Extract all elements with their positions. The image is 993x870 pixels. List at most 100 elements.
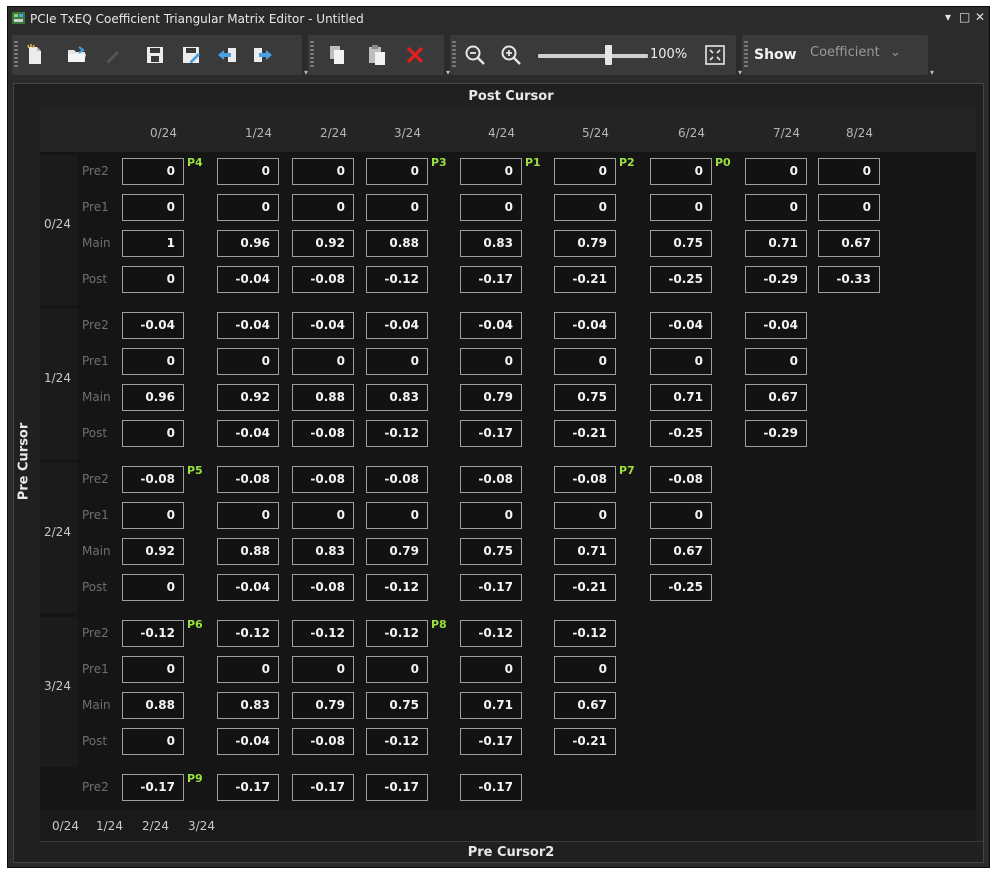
coefficient-cell[interactable]: -0.04 [554, 312, 616, 339]
coefficient-cell[interactable]: 0.67 [745, 384, 807, 411]
coefficient-cell[interactable]: -0.08 [292, 574, 354, 601]
copy-button[interactable] [324, 41, 350, 69]
coefficient-cell[interactable]: -0.04 [366, 312, 428, 339]
coefficient-cell[interactable]: -0.08 [554, 466, 616, 493]
coefficient-cell[interactable]: 0.67 [554, 692, 616, 719]
zoom-out-button[interactable] [462, 41, 488, 69]
coefficient-cell[interactable]: 0 [650, 348, 712, 375]
export-button[interactable] [250, 41, 276, 69]
coefficient-cell[interactable]: -0.12 [366, 420, 428, 447]
coefficient-cell[interactable]: 0.79 [460, 384, 522, 411]
edit-button[interactable] [100, 41, 126, 69]
coefficient-cell[interactable]: -0.04 [217, 728, 279, 755]
toolbar-grip[interactable] [452, 41, 456, 69]
coefficient-cell[interactable]: 0.83 [217, 692, 279, 719]
coefficient-cell[interactable]: 0.88 [122, 692, 184, 719]
coefficient-cell[interactable]: 0 [217, 194, 279, 221]
paste-button[interactable] [364, 41, 390, 69]
coefficient-cell[interactable]: 0 [818, 158, 880, 185]
coefficient-cell[interactable]: -0.08 [292, 728, 354, 755]
coefficient-cell[interactable]: 0.79 [554, 230, 616, 257]
coefficient-cell[interactable]: 0.75 [460, 538, 522, 565]
coefficient-cell[interactable]: -0.08 [650, 466, 712, 493]
coefficient-cell[interactable]: -0.12 [217, 620, 279, 647]
coefficient-cell[interactable]: -0.12 [366, 574, 428, 601]
toolbar-overflow-icon[interactable]: ▾ [930, 68, 934, 77]
coefficient-cell[interactable]: -0.08 [217, 466, 279, 493]
coefficient-cell[interactable]: -0.17 [460, 774, 522, 801]
coefficient-cell[interactable]: 0 [292, 158, 354, 185]
coefficient-cell[interactable]: -0.08 [366, 466, 428, 493]
coefficient-cell[interactable]: 0 [650, 158, 712, 185]
coefficient-cell[interactable]: 0 [122, 158, 184, 185]
coefficient-cell[interactable]: -0.21 [554, 728, 616, 755]
coefficient-cell[interactable]: 0 [460, 656, 522, 683]
coefficient-cell[interactable]: 0 [217, 502, 279, 529]
coefficient-cell[interactable]: 0.75 [366, 692, 428, 719]
coefficient-cell[interactable]: 0 [366, 158, 428, 185]
delete-button[interactable] [402, 41, 428, 69]
coefficient-cell[interactable]: 0 [745, 194, 807, 221]
coefficient-cell[interactable]: 0 [122, 194, 184, 221]
coefficient-cell[interactable]: -0.08 [460, 466, 522, 493]
coefficient-cell[interactable]: -0.04 [217, 312, 279, 339]
coefficient-cell[interactable]: -0.12 [366, 266, 428, 293]
coefficient-cell[interactable]: 0 [554, 656, 616, 683]
coefficient-cell[interactable]: -0.21 [554, 574, 616, 601]
coefficient-cell[interactable]: 0.92 [292, 230, 354, 257]
coefficient-cell[interactable]: -0.17 [122, 774, 184, 801]
open-button[interactable] [64, 41, 90, 69]
coefficient-cell[interactable]: -0.04 [217, 266, 279, 293]
coefficient-cell[interactable]: 0.88 [292, 384, 354, 411]
new-button[interactable] [22, 41, 48, 69]
fit-button[interactable] [702, 41, 728, 69]
coefficient-cell[interactable]: 0.79 [366, 538, 428, 565]
save-button[interactable] [142, 41, 168, 69]
coefficient-cell[interactable]: -0.17 [460, 420, 522, 447]
coefficient-cell[interactable]: -0.25 [650, 574, 712, 601]
coefficient-cell[interactable]: -0.21 [554, 420, 616, 447]
coefficient-cell[interactable]: 0 [460, 194, 522, 221]
coefficient-cell[interactable]: 0 [818, 194, 880, 221]
coefficient-cell[interactable]: 0 [554, 194, 616, 221]
coefficient-cell[interactable]: 0 [122, 266, 184, 293]
coefficient-cell[interactable]: 0 [217, 348, 279, 375]
window-menu-button[interactable]: ▾ [943, 10, 953, 24]
coefficient-cell[interactable]: -0.12 [554, 620, 616, 647]
maximize-button[interactable]: □ [959, 10, 970, 24]
coefficient-cell[interactable]: 0 [650, 502, 712, 529]
coefficient-cell[interactable]: 0 [366, 502, 428, 529]
coefficient-cell[interactable]: 0 [122, 502, 184, 529]
coefficient-cell[interactable]: 0.88 [366, 230, 428, 257]
coefficient-cell[interactable]: 0 [460, 158, 522, 185]
coefficient-cell[interactable]: 0.92 [122, 538, 184, 565]
coefficient-cell[interactable]: 0.79 [292, 692, 354, 719]
toolbar-grip[interactable] [14, 41, 18, 69]
save-as-button[interactable] [178, 41, 204, 69]
coefficient-cell[interactable]: -0.25 [650, 420, 712, 447]
coefficient-cell[interactable]: 0 [745, 158, 807, 185]
coefficient-cell[interactable]: -0.08 [292, 266, 354, 293]
coefficient-cell[interactable]: 0 [650, 194, 712, 221]
coefficient-cell[interactable]: -0.04 [217, 574, 279, 601]
coefficient-cell[interactable]: -0.33 [818, 266, 880, 293]
coefficient-cell[interactable]: 0 [217, 158, 279, 185]
coefficient-cell[interactable]: -0.29 [745, 266, 807, 293]
coefficient-cell[interactable]: 0.96 [217, 230, 279, 257]
coefficient-cell[interactable]: 0 [292, 502, 354, 529]
coefficient-cell[interactable]: 0 [366, 348, 428, 375]
coefficient-cell[interactable]: 0 [745, 348, 807, 375]
coefficient-cell[interactable]: -0.12 [366, 620, 428, 647]
coefficient-cell[interactable]: 0.71 [650, 384, 712, 411]
coefficient-cell[interactable]: 0.75 [650, 230, 712, 257]
coefficient-cell[interactable]: 1 [122, 230, 184, 257]
coefficient-cell[interactable]: 0 [554, 502, 616, 529]
coefficient-cell[interactable]: 0 [217, 656, 279, 683]
coefficient-cell[interactable]: 0 [460, 348, 522, 375]
coefficient-cell[interactable]: 0 [554, 158, 616, 185]
coefficient-cell[interactable]: 0.83 [292, 538, 354, 565]
coefficient-cell[interactable]: -0.17 [366, 774, 428, 801]
coefficient-cell[interactable]: 0.71 [745, 230, 807, 257]
coefficient-cell[interactable]: 0.96 [122, 384, 184, 411]
coefficient-cell[interactable]: -0.12 [366, 728, 428, 755]
